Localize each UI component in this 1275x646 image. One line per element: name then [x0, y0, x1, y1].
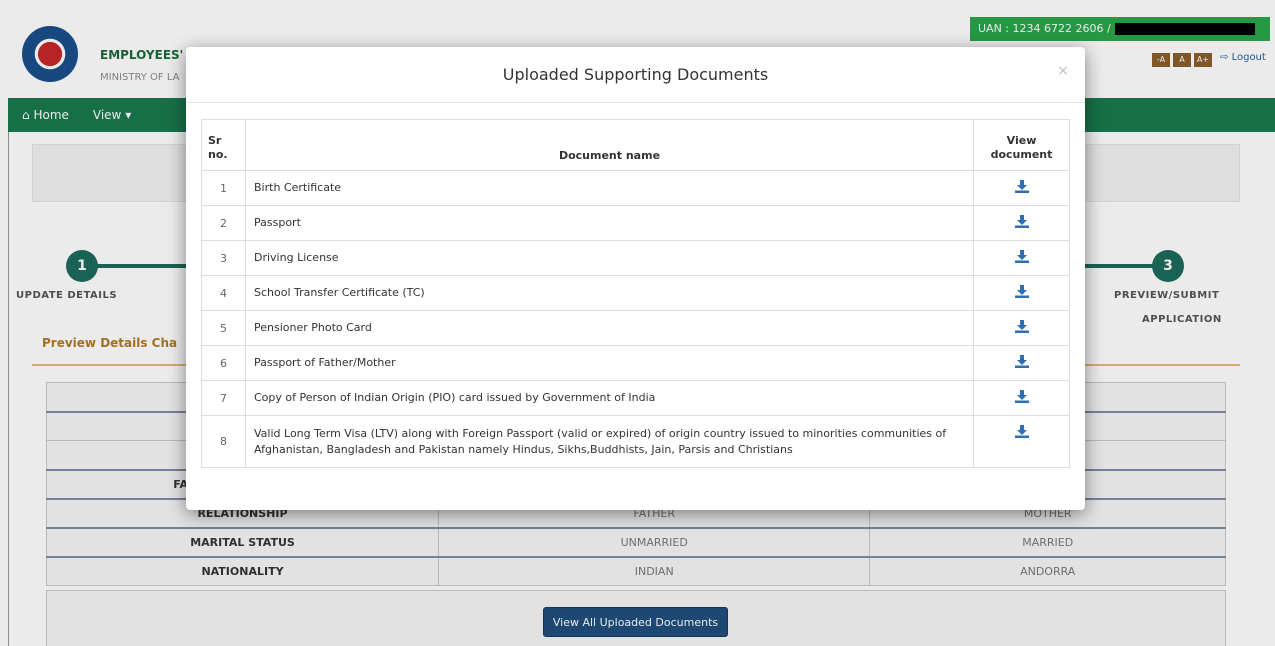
- download-icon[interactable]: [1014, 250, 1029, 266]
- doc-sr: 8: [201, 415, 246, 468]
- download-icon[interactable]: [1014, 390, 1029, 406]
- doc-sr: 3: [201, 240, 246, 276]
- download-cell: [973, 205, 1070, 241]
- doc-sr: 6: [201, 345, 246, 381]
- doc-name: Copy of Person of Indian Origin (PIO) ca…: [245, 380, 974, 416]
- doc-name: Pensioner Photo Card: [245, 310, 974, 346]
- table-row: 7 Copy of Person of Indian Origin (PIO) …: [201, 380, 1070, 416]
- doc-name: Valid Long Term Visa (LTV) along with Fo…: [245, 415, 974, 468]
- download-cell: [973, 380, 1070, 416]
- download-cell: [973, 310, 1070, 346]
- download-icon[interactable]: [1014, 285, 1029, 301]
- download-icon[interactable]: [1014, 320, 1029, 336]
- sr-header-line1: Sr: [208, 134, 222, 147]
- doc-name: Birth Certificate: [245, 170, 974, 206]
- sr-header-line2: no.: [208, 148, 228, 161]
- download-icon[interactable]: [1014, 215, 1029, 231]
- doc-name: Passport: [245, 205, 974, 241]
- download-cell: [973, 240, 1070, 276]
- view-header-line2: document: [990, 148, 1053, 161]
- table-row: 8 Valid Long Term Visa (LTV) along with …: [201, 415, 1070, 468]
- table-row: 6 Passport of Father/Mother: [201, 345, 1070, 381]
- table-row: 2 Passport: [201, 205, 1070, 241]
- modal-header: Uploaded Supporting Documents ×: [186, 47, 1085, 103]
- column-header-document-name: Document name: [245, 119, 974, 171]
- download-cell: [973, 275, 1070, 311]
- table-row: 3 Driving License: [201, 240, 1070, 276]
- table-header-row: Sr no. Document name View document: [201, 119, 1070, 171]
- close-icon[interactable]: ×: [1057, 63, 1069, 79]
- download-cell: [973, 345, 1070, 381]
- modal-title: Uploaded Supporting Documents: [502, 65, 769, 84]
- column-header-view-document: View document: [973, 119, 1070, 171]
- doc-name: Driving License: [245, 240, 974, 276]
- uploaded-documents-modal: Uploaded Supporting Documents × Sr no. D…: [186, 47, 1085, 510]
- documents-table: Sr no. Document name View document 1 Bir…: [201, 119, 1070, 468]
- column-header-sr: Sr no.: [201, 119, 246, 171]
- table-row: 4 School Transfer Certificate (TC): [201, 275, 1070, 311]
- download-cell: [973, 415, 1070, 468]
- doc-sr: 7: [201, 380, 246, 416]
- table-row: 1 Birth Certificate: [201, 170, 1070, 206]
- doc-sr: 1: [201, 170, 246, 206]
- doc-sr: 2: [201, 205, 246, 241]
- doc-name: School Transfer Certificate (TC): [245, 275, 974, 311]
- view-header-line1: View: [1006, 134, 1037, 147]
- doc-sr: 4: [201, 275, 246, 311]
- download-icon[interactable]: [1014, 355, 1029, 371]
- download-icon[interactable]: [1014, 180, 1029, 196]
- download-icon[interactable]: [1014, 425, 1029, 441]
- download-cell: [973, 170, 1070, 206]
- doc-name: Passport of Father/Mother: [245, 345, 974, 381]
- doc-sr: 5: [201, 310, 246, 346]
- table-row: 5 Pensioner Photo Card: [201, 310, 1070, 346]
